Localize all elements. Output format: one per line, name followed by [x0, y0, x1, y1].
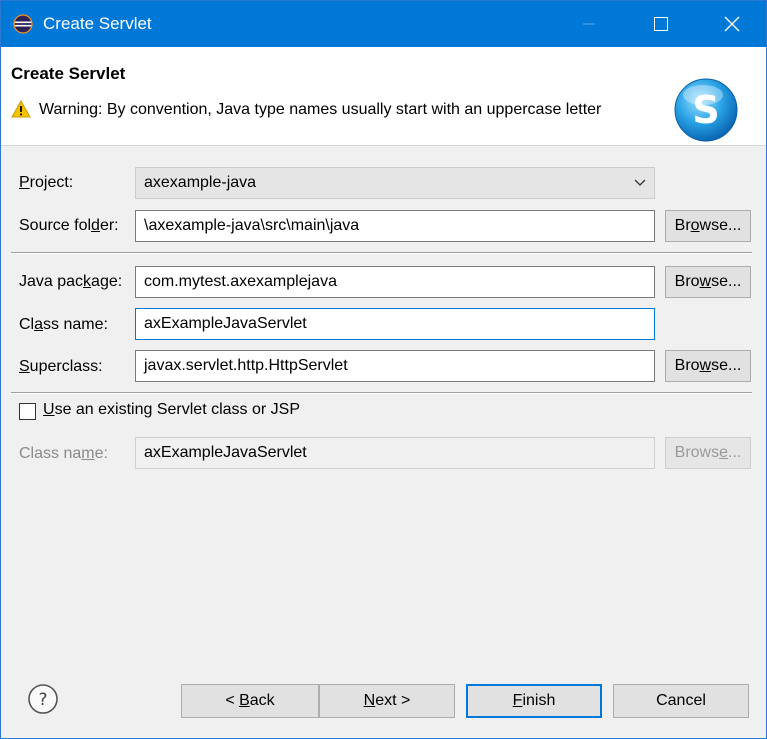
next-button[interactable]: Next > [319, 684, 455, 718]
close-button[interactable] [704, 1, 760, 47]
project-combo[interactable]: axexample-java [135, 167, 655, 199]
minimize-button[interactable] [561, 1, 617, 47]
superclass-input[interactable]: javax.servlet.http.HttpServlet [135, 350, 655, 382]
java-package-browse-button[interactable]: Browse... [665, 266, 751, 298]
minimize-icon [583, 23, 595, 25]
eclipse-icon [13, 14, 33, 34]
source-folder-input[interactable]: \axexample-java\src\main\java [135, 210, 655, 242]
svg-text:S: S [692, 88, 719, 132]
create-servlet-dialog: Create Servlet Create Servlet Warning: B… [0, 0, 767, 739]
class-name-label: Class name: [19, 316, 108, 333]
window-title: Create Servlet [43, 14, 152, 33]
maximize-button[interactable] [633, 1, 689, 47]
existing-class-name-label: Class name: [19, 445, 108, 462]
cancel-button[interactable]: Cancel [613, 684, 749, 718]
title-bar: Create Servlet [1, 1, 766, 47]
project-value: axexample-java [144, 174, 257, 191]
page-title: Create Servlet [11, 64, 126, 83]
warning-message: Warning: By convention, Java type names … [39, 101, 602, 118]
finish-button[interactable]: Finish [466, 684, 602, 718]
svg-text:?: ? [38, 690, 47, 710]
superclass-browse-button[interactable]: Browse... [665, 350, 751, 382]
superclass-label: Superclass: [19, 358, 103, 375]
warning-icon [11, 100, 31, 118]
existing-class-browse-button: Browse... [665, 437, 751, 469]
separator [11, 252, 752, 254]
help-icon[interactable]: ? [27, 683, 59, 715]
back-button[interactable]: < Back [181, 684, 319, 718]
separator [11, 392, 752, 394]
maximize-icon [654, 17, 668, 31]
chevron-down-icon [634, 168, 646, 198]
java-package-label: Java package: [19, 273, 123, 290]
project-label: Project: [19, 174, 74, 191]
servlet-logo-icon: S [674, 78, 738, 142]
use-existing-label[interactable]: Use an existing Servlet class or JSP [43, 401, 300, 419]
use-existing-checkbox[interactable] [19, 403, 36, 420]
source-folder-label: Source folder: [19, 217, 119, 234]
close-icon [724, 16, 740, 32]
wizard-header: Create Servlet Warning: By convention, J… [1, 47, 766, 146]
source-folder-browse-button[interactable]: Browse... [665, 210, 751, 242]
existing-class-name-input: axExampleJavaServlet [135, 437, 655, 469]
class-name-input[interactable]: axExampleJavaServlet [135, 308, 655, 340]
java-package-input[interactable]: com.mytest.axexamplejava [135, 266, 655, 298]
